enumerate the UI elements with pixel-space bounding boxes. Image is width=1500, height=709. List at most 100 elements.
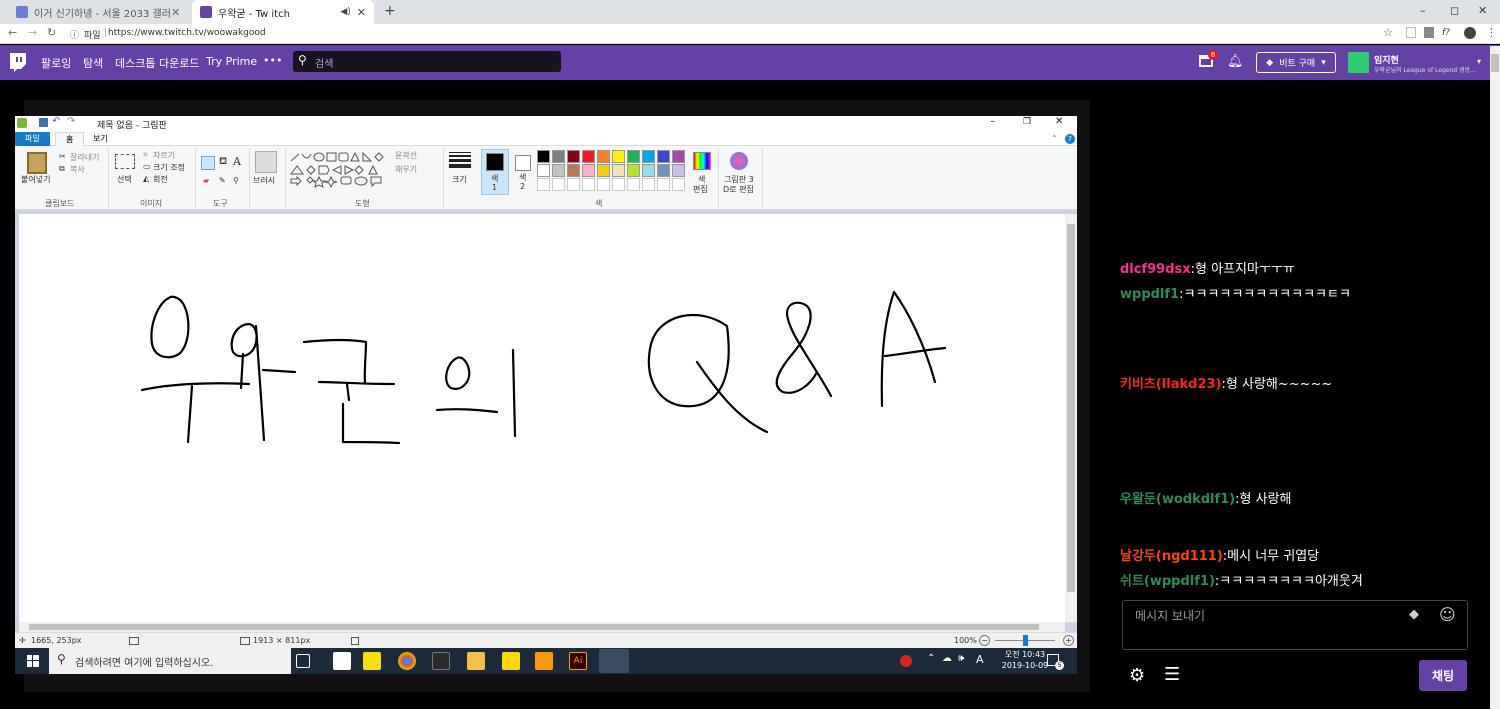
select-button[interactable]: 선택	[117, 174, 132, 185]
palette-swatch[interactable]	[627, 178, 640, 191]
edit-colors-label-2[interactable]: 편집	[693, 184, 708, 195]
outline-button[interactable]: 윤곽선	[395, 150, 417, 161]
new-tab-button[interactable]: +	[384, 3, 396, 19]
save-icon[interactable]	[39, 118, 48, 127]
buy-bits-button[interactable]: ◆ 비트 구매 ▾	[1256, 52, 1336, 73]
palette-swatch[interactable]	[672, 164, 685, 177]
drawing-canvas[interactable]	[19, 214, 1065, 622]
zoom-slider-thumb[interactable]	[1023, 635, 1028, 646]
cloud-icon[interactable]: ☁	[942, 653, 952, 664]
paint3d-icon[interactable]	[730, 152, 748, 170]
maximize-button[interactable]: ◻	[1450, 4, 1459, 17]
crop-button[interactable]: 자르기	[153, 150, 175, 161]
palette-swatch[interactable]	[582, 150, 595, 163]
palette-swatch[interactable]	[642, 150, 655, 163]
color2-button[interactable]: 색 2	[513, 149, 539, 195]
chat-username[interactable]: wppdlf1	[1120, 287, 1179, 302]
bell-icon[interactable]: 🔔︎	[1227, 54, 1244, 69]
fill-bucket-icon[interactable]: ⛾	[219, 156, 227, 169]
nav-try-prime[interactable]: Try Prime	[206, 55, 257, 68]
extension-icon[interactable]	[1424, 27, 1434, 38]
browser-menu-icon[interactable]: ⋮	[1486, 26, 1497, 39]
zoom-in-button[interactable]: +	[1063, 635, 1074, 646]
rotate-button[interactable]: 회전	[153, 174, 168, 185]
color1-button[interactable]: 색 1	[481, 149, 509, 195]
tab-home[interactable]: 홈	[55, 132, 85, 146]
palette-swatch[interactable]	[537, 178, 550, 191]
extension-icon[interactable]	[1406, 27, 1416, 38]
gear-icon[interactable]: ⚙	[1129, 665, 1145, 686]
palette-swatch[interactable]	[567, 178, 580, 191]
text-icon[interactable]: A	[233, 155, 241, 168]
palette-swatch[interactable]	[627, 150, 640, 163]
palette-swatch[interactable]	[552, 150, 565, 163]
bookmark-star-icon[interactable]: ☆	[1383, 26, 1393, 39]
palette-swatch[interactable]	[537, 150, 550, 163]
palette-swatch[interactable]	[657, 164, 670, 177]
color-picker-icon[interactable]: ✎	[219, 176, 226, 185]
task-view-icon[interactable]	[296, 654, 310, 668]
page-scrollbar[interactable]	[1490, 46, 1500, 709]
nav-following[interactable]: 팔로잉	[41, 55, 71, 71]
paint3d-label-2[interactable]: D로 편집	[723, 184, 754, 195]
magnifier-icon[interactable]: ⚲	[233, 176, 239, 185]
brush-icon[interactable]	[255, 151, 277, 173]
undo-icon[interactable]: ↶	[52, 116, 60, 127]
palette-swatch[interactable]	[537, 164, 550, 177]
sticky-notes-icon[interactable]	[502, 652, 520, 670]
chat-input-box[interactable]: 메시지 보내기 ◆ ☺	[1122, 600, 1468, 650]
palette-swatch[interactable]	[567, 150, 580, 163]
windows-search-input[interactable]: 검색하려면 여기에 입력하십시오.	[75, 654, 213, 669]
file-explorer-icon[interactable]	[467, 652, 485, 670]
illustrator-icon[interactable]: Ai	[569, 652, 587, 670]
palette-swatch[interactable]	[597, 164, 610, 177]
select-icon[interactable]	[115, 154, 135, 169]
palette-swatch[interactable]	[567, 164, 580, 177]
chat-username[interactable]: 날강두(ngd111)	[1120, 549, 1223, 564]
fill-button[interactable]: 채우기	[395, 164, 417, 175]
reload-icon[interactable]: ↻	[47, 26, 56, 39]
tab-close-icon[interactable]: ✕	[357, 6, 366, 19]
collapse-ribbon-icon[interactable]: ⌃	[1051, 134, 1058, 143]
tab-file[interactable]: 파일	[15, 132, 50, 146]
browser-tab-2[interactable]: 우왁굳 - Tw itch ◀) ✕	[192, 0, 374, 24]
palette-swatch[interactable]	[642, 178, 655, 191]
windows-search-box[interactable]: ⚲ 검색하려면 여기에 입력하십시오.	[49, 648, 291, 674]
windows-start-icon[interactable]	[27, 655, 39, 667]
size-button[interactable]: 크기	[452, 174, 467, 185]
palette-swatch[interactable]	[657, 178, 670, 191]
tray-app-icon[interactable]	[900, 655, 912, 667]
palette-swatch[interactable]	[597, 150, 610, 163]
eraser-icon[interactable]: ▰	[203, 176, 209, 185]
formula-extension-icon[interactable]: f?	[1442, 28, 1450, 38]
nav-more-icon[interactable]: •••	[263, 54, 282, 67]
url-field[interactable]: https://www.twitch.tv/woowakgood	[108, 28, 266, 38]
palette-swatch[interactable]	[672, 178, 685, 191]
twitch-logo-icon[interactable]	[9, 53, 27, 73]
brushes-button[interactable]: 브러시	[253, 175, 275, 186]
palette-swatch[interactable]	[612, 150, 625, 163]
palette-swatch[interactable]	[612, 164, 625, 177]
nav-desktop-download[interactable]: 데스크톱 다운로드	[115, 55, 199, 71]
palette-swatch[interactable]	[597, 178, 610, 191]
paint-taskbar-icon[interactable]	[599, 649, 629, 673]
help-icon[interactable]: ?	[1065, 134, 1075, 144]
emoji-icon[interactable]: ☺	[1439, 605, 1456, 624]
paint-maximize-button[interactable]: ❐	[1023, 117, 1031, 127]
pencil-icon[interactable]	[201, 156, 215, 170]
line-size-icon[interactable]	[449, 152, 471, 168]
app-icon[interactable]	[432, 652, 450, 670]
palette-swatch[interactable]	[552, 178, 565, 191]
chat-send-button[interactable]: 채팅	[1419, 660, 1467, 691]
bits-icon[interactable]: ◆	[1409, 607, 1419, 622]
palette-swatch[interactable]	[642, 164, 655, 177]
palette-swatch[interactable]	[582, 178, 595, 191]
redo-icon[interactable]: ↷	[67, 116, 75, 127]
profile-avatar-icon[interactable]	[1464, 27, 1476, 39]
palette-swatch[interactable]	[552, 164, 565, 177]
paste-button[interactable]: 붙여넣기	[21, 174, 50, 185]
palette-swatch[interactable]	[672, 150, 685, 163]
ime-indicator[interactable]: A	[976, 653, 984, 666]
viewer-list-icon[interactable]: ☰	[1164, 664, 1180, 685]
store-icon[interactable]	[333, 652, 351, 670]
